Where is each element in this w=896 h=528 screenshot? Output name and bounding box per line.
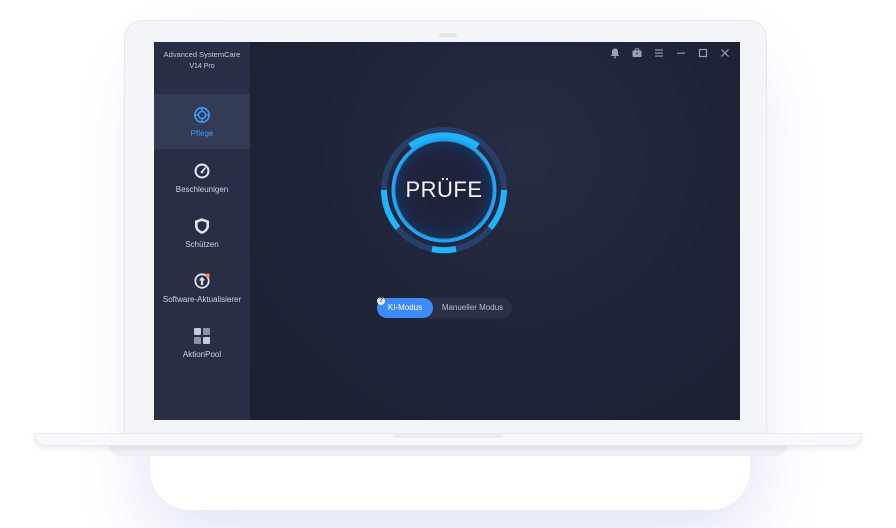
bell-icon[interactable] (609, 47, 621, 59)
laptop-base-shadow (110, 446, 786, 456)
ai-mode-option[interactable]: KI-Modus (377, 298, 433, 318)
shield-icon (195, 218, 209, 234)
minimize-icon[interactable] (675, 47, 687, 59)
app-version: V14 Pro (189, 63, 215, 70)
toolbox-icon[interactable] (631, 47, 643, 59)
app-brand: Advanced SystemCare V14 Pro (154, 49, 250, 73)
help-icon[interactable]: ? (377, 297, 385, 305)
sidebar: Advanced SystemCare V14 Pro Pflege Besch… (154, 42, 250, 420)
scan-button[interactable]: PRÜFE (380, 126, 508, 254)
update-icon (194, 273, 210, 289)
sidebar-item-label: Schützen (185, 240, 219, 249)
maximize-icon[interactable] (697, 47, 709, 59)
care-icon (194, 107, 210, 123)
sidebar-item-label: AktionPool (182, 350, 222, 359)
sidebar-item-software-aktualisierer[interactable]: Software-Aktualisierer (154, 260, 250, 315)
laptop-base-notch (392, 433, 504, 438)
sidebar-item-aktionpool[interactable]: AktionPool (154, 315, 250, 370)
menu-icon[interactable] (653, 47, 665, 59)
sidebar-item-label: Pflege (190, 129, 214, 138)
sidebar-item-label: Software-Aktualisierer (162, 295, 242, 304)
grid-icon (194, 328, 210, 344)
sidebar-item-pflege[interactable]: Pflege (154, 94, 250, 149)
sidebar-item-beschleunigen[interactable]: Beschleunigen (154, 150, 250, 205)
close-icon[interactable] (719, 47, 731, 59)
mode-toggle: KI-Modus Manueller Modus (377, 298, 512, 318)
sidebar-item-schuetzen[interactable]: Schützen (154, 205, 250, 260)
manual-mode-option[interactable]: Manueller Modus (433, 298, 512, 318)
scan-label: PRÜFE (405, 177, 483, 202)
speedometer-icon (194, 163, 210, 179)
app-window: Advanced SystemCare V14 Pro Pflege Besch… (154, 42, 740, 420)
main-panel: PRÜFE KI-Modus Manueller Modus ? (250, 42, 740, 420)
app-name: Advanced SystemCare (163, 50, 241, 59)
sidebar-item-label: Beschleunigen (175, 185, 229, 194)
laptop-camera (439, 33, 457, 37)
